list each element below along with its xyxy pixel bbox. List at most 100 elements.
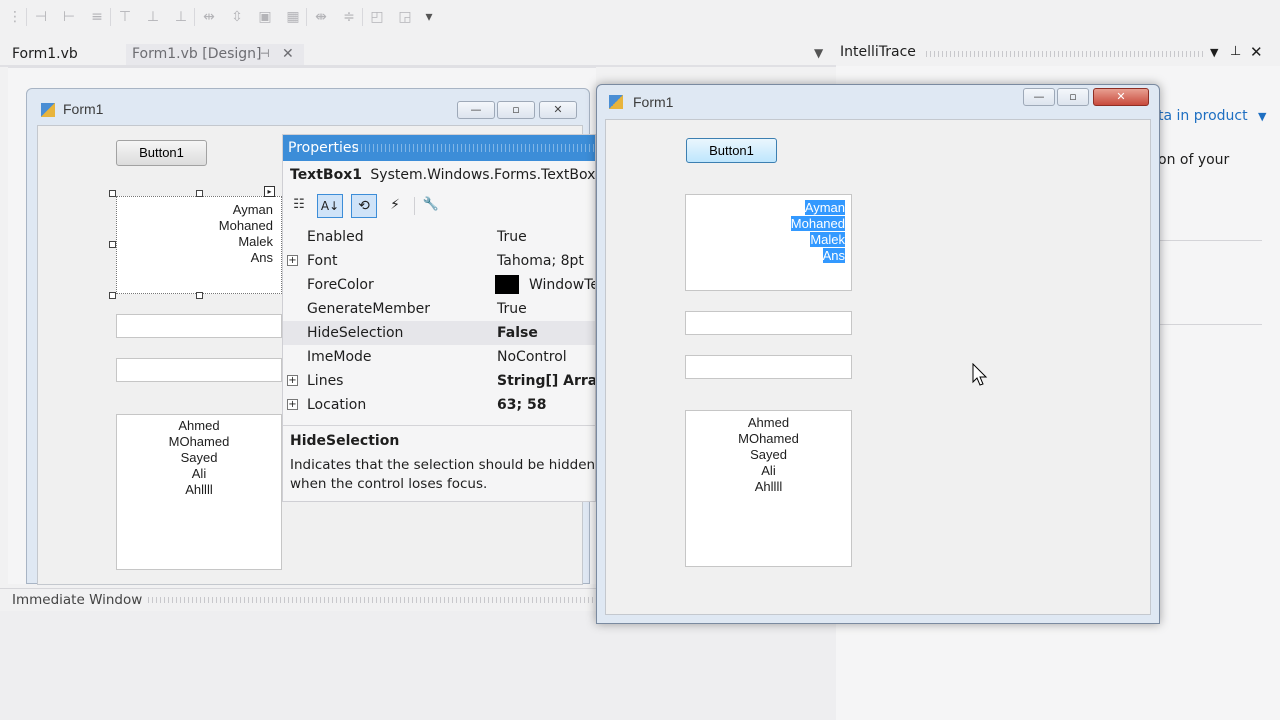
line: Sayed — [750, 447, 787, 462]
designer-textbox2[interactable] — [116, 314, 282, 338]
running-textbox4[interactable]: Ahmed MOhamed Sayed Ali Ahllll — [685, 410, 852, 567]
events-icon[interactable]: ⚡ — [385, 195, 405, 215]
bring-front-icon[interactable]: ◰ — [368, 8, 386, 26]
dropdown-icon[interactable]: ▼ — [1210, 46, 1218, 59]
align-centers-icon[interactable]: ⊢ — [60, 8, 78, 26]
send-back-icon[interactable]: ◲ — [396, 8, 414, 26]
properties-window: Properties TextBox1 System.Windows.Forms… — [282, 134, 596, 502]
resize-handle[interactable] — [109, 241, 116, 248]
selected-line: Ayman — [804, 200, 845, 215]
running-textbox1[interactable]: Ayman Mohaned Malek Ans — [685, 194, 852, 291]
property-row-font[interactable]: + Font Tahoma; 8pt — [283, 249, 595, 273]
color-swatch — [495, 275, 519, 294]
title-grip — [353, 144, 595, 152]
running-textbox2[interactable] — [685, 311, 852, 335]
description-splitter[interactable] — [283, 425, 595, 426]
mouse-cursor-icon — [972, 363, 988, 386]
same-width-icon[interactable]: ⇹ — [200, 8, 218, 26]
property-row-imemode[interactable]: ImeMode NoControl — [283, 345, 595, 369]
designer-textbox4[interactable]: Ahmed MOhamed Sayed Ali Ahllll — [116, 414, 282, 570]
property-row-hideselection[interactable]: HideSelection False — [283, 321, 595, 345]
property-row-enabled[interactable]: Enabled True — [283, 225, 595, 249]
close-button[interactable]: ✕ — [1093, 88, 1149, 106]
property-pages-icon[interactable]: 🔧 — [421, 195, 441, 215]
align-lefts-icon[interactable]: ⊣ — [32, 8, 50, 26]
pin-icon[interactable]: ⊣ — [260, 44, 270, 64]
properties-icon[interactable]: ⟲ — [351, 194, 377, 218]
property-row-generatemember[interactable]: GenerateMember True — [283, 297, 595, 321]
running-form-title: Form1 — [633, 94, 674, 110]
resize-handle[interactable] — [196, 190, 203, 197]
tab-form1-vb[interactable]: Form1.vb — [6, 44, 84, 66]
property-name: HideSelection — [307, 325, 404, 341]
minimize-button[interactable]: — — [1023, 88, 1055, 106]
property-name: ForeColor — [307, 277, 374, 293]
line: Mohaned — [218, 218, 273, 233]
same-size-icon[interactable]: ▣ — [256, 8, 274, 26]
property-value[interactable]: NoControl — [497, 345, 567, 369]
maximize-button[interactable]: ▫ — [1057, 88, 1089, 106]
resize-handle[interactable] — [109, 292, 116, 299]
designer-form-title: Form1 — [63, 101, 104, 117]
resize-handle[interactable] — [109, 190, 116, 197]
line: MOhamed — [168, 434, 230, 449]
form-icon — [41, 103, 55, 117]
property-value[interactable]: False — [497, 321, 538, 345]
align-rights-icon[interactable]: ≡ — [88, 8, 106, 26]
v-spacing-icon[interactable]: ≑ — [340, 8, 358, 26]
divider — [1158, 324, 1262, 325]
expand-icon[interactable]: + — [287, 375, 298, 386]
categorized-icon[interactable]: ☷ — [289, 195, 309, 215]
property-value[interactable]: Tahoma; 8pt — [497, 249, 584, 273]
close-panel-icon[interactable]: ✕ — [1250, 43, 1263, 61]
running-button1[interactable]: Button1 — [686, 138, 777, 163]
line: Ali — [191, 466, 207, 481]
property-value[interactable]: True — [497, 225, 527, 249]
close-tab-icon[interactable]: ✕ — [282, 44, 294, 64]
selected-line: Malek — [810, 232, 845, 247]
pin-panel-icon[interactable]: ⊥ — [1230, 44, 1241, 59]
expand-icon[interactable]: + — [287, 399, 298, 410]
object-selector[interactable]: TextBox1 System.Windows.Forms.TextBox — [283, 163, 595, 187]
intellitrace-link[interactable]: ta in product — [1158, 108, 1248, 124]
align-tops-icon[interactable]: ⊤ — [116, 8, 134, 26]
resize-handle[interactable] — [196, 292, 203, 299]
property-value[interactable]: 63; 58 — [497, 393, 546, 417]
designer-textbox3[interactable] — [116, 358, 282, 382]
immediate-title: Immediate Window — [12, 592, 143, 608]
smart-tag-icon[interactable]: ▸ — [264, 186, 275, 197]
property-row-forecolor[interactable]: ForeColor WindowText — [283, 273, 595, 297]
tab-overflow-icon[interactable]: ▼ — [814, 46, 823, 60]
align-middles-icon[interactable]: ⊥ — [144, 8, 162, 26]
running-textbox3[interactable] — [685, 355, 852, 379]
property-value[interactable]: True — [497, 297, 527, 321]
alphabetical-icon[interactable]: A↓ — [317, 194, 343, 218]
intellitrace-text: on of your — [1158, 152, 1230, 168]
property-name: Font — [307, 253, 338, 269]
property-value[interactable]: WindowText — [529, 273, 595, 297]
property-name: GenerateMember — [307, 301, 430, 317]
form-icon — [609, 95, 623, 109]
tab-form1-design[interactable]: Form1.vb [Design] ⊣ ✕ — [126, 44, 304, 66]
property-row-location[interactable]: + Location 63; 58 — [283, 393, 595, 417]
properties-title-bar[interactable]: Properties — [283, 135, 595, 161]
property-name: Location — [307, 397, 367, 413]
selected-line: Ans — [822, 248, 845, 263]
align-bottoms-icon[interactable]: ⊥ — [172, 8, 190, 26]
toolbar-separator — [26, 8, 27, 26]
description-text: Indicates that the selection should be h… — [290, 457, 596, 492]
property-value[interactable]: String[] Array — [497, 369, 595, 393]
running-form-window[interactable]: Form1 — ▫ ✕ — [596, 84, 1160, 624]
property-row-lines[interactable]: + Lines String[] Array — [283, 369, 595, 393]
designer-textbox1[interactable]: Ayman Mohaned Malek Ans — [116, 196, 282, 294]
link-arrow-icon[interactable]: ▼ — [1258, 110, 1266, 123]
toolbar-overflow-icon[interactable]: ▾ — [420, 8, 438, 26]
size-to-grid-icon[interactable]: ▦ — [284, 8, 302, 26]
property-name: ImeMode — [307, 349, 372, 365]
h-spacing-icon[interactable]: ⇼ — [312, 8, 330, 26]
divider — [1158, 240, 1262, 241]
designer-button1[interactable]: Button1 — [116, 140, 207, 166]
expand-icon[interactable]: + — [287, 255, 298, 266]
same-height-icon[interactable]: ⇳ — [228, 8, 246, 26]
title-grip — [148, 597, 598, 603]
